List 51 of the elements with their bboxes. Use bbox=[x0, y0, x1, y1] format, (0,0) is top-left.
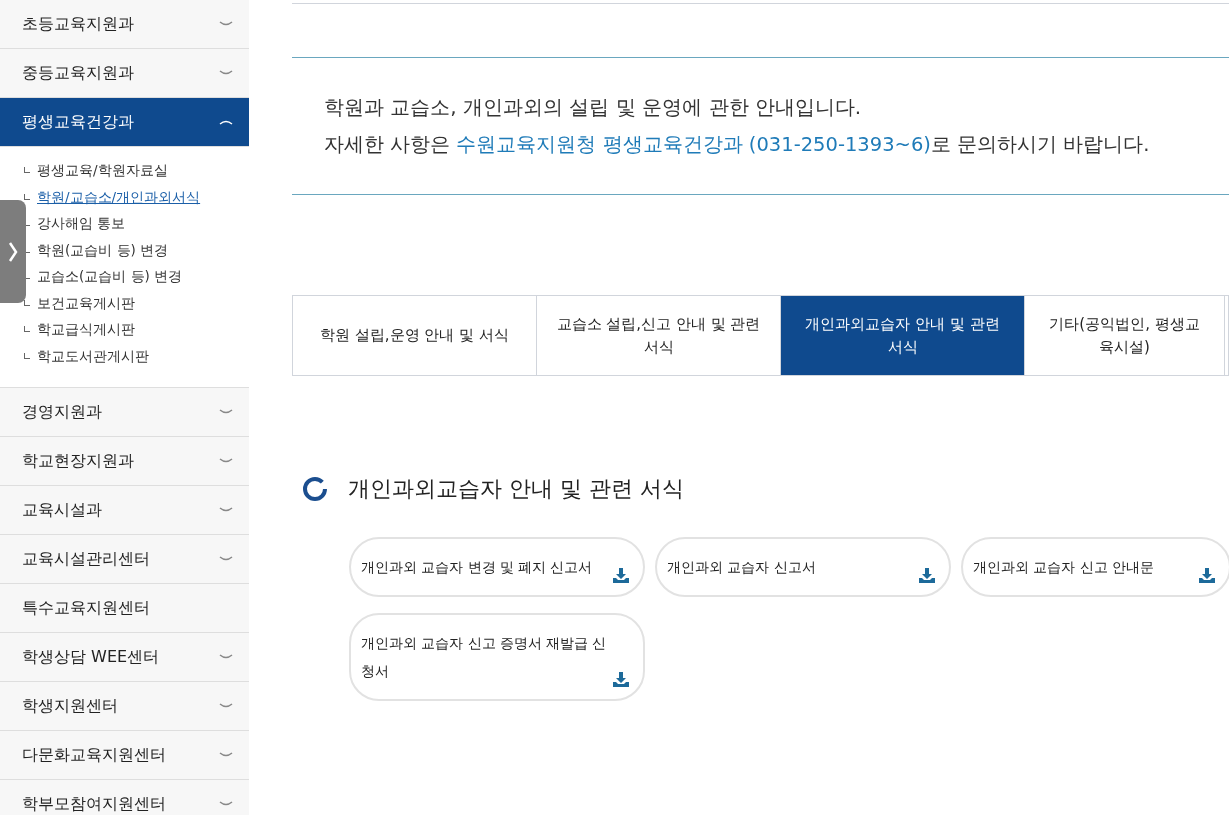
chevron-right-icon bbox=[8, 240, 18, 263]
ring-icon bbox=[302, 475, 328, 502]
notice-text: 자세한 사항은 수원교육지원청 평생교육건강과 (031-250-1393~6)로 문의하시기 바랍니다. bbox=[324, 132, 1151, 158]
sidebar-item[interactable]: 특수교육지원센터 bbox=[0, 584, 249, 633]
chevron-down-icon bbox=[219, 801, 233, 807]
corner-icon bbox=[24, 326, 30, 333]
submenu-link[interactable]: 학교도서관게시판 bbox=[37, 345, 149, 366]
download-button[interactable]: 개인과외 교습자 신고 증명서 재발급 신청서 bbox=[349, 613, 645, 701]
chevron-up-icon bbox=[219, 119, 233, 125]
download-button[interactable]: 개인과외 교습자 신고서 bbox=[655, 537, 951, 597]
sidebar-item[interactable]: 학교현장지원과 bbox=[0, 437, 249, 486]
sidebar-item[interactable]: 교육시설관리센터 bbox=[0, 535, 249, 584]
sidebar-item[interactable]: 교육시설과 bbox=[0, 486, 249, 535]
download-button[interactable]: 개인과외 교습자 신고 안내문 bbox=[961, 537, 1229, 597]
chevron-down-icon bbox=[219, 458, 233, 464]
sidebar-item[interactable]: 경영지원과 bbox=[0, 388, 249, 437]
submenu-link[interactable]: 학원/교습소/개인과외서식 bbox=[37, 186, 201, 207]
chevron-down-icon bbox=[219, 654, 233, 660]
chevron-down-icon bbox=[219, 70, 233, 76]
download-icon bbox=[919, 568, 935, 583]
submenu-link[interactable]: 교습소(교습비 등) 변경 bbox=[37, 266, 183, 287]
chevron-down-icon bbox=[219, 703, 233, 709]
submenu-link[interactable]: 강사해임 통보 bbox=[37, 213, 126, 234]
sidebar-item[interactable]: 학부모참여지원센터 bbox=[0, 780, 249, 815]
chevron-down-icon bbox=[219, 556, 233, 562]
tab[interactable]: 개인과외교습자 안내 및 관련 서식 bbox=[781, 296, 1025, 375]
chevron-down-icon bbox=[219, 752, 233, 758]
notice-text: 학원과 교습소, 개인과외의 설립 및 운영에 관한 안내입니다. bbox=[324, 94, 863, 121]
corner-icon bbox=[24, 352, 30, 359]
sidebar-item[interactable]: 학생상담 WEE센터 bbox=[0, 633, 249, 682]
sidebar-item[interactable]: 평생교육건강과 bbox=[0, 98, 249, 147]
download-icon bbox=[613, 672, 629, 687]
download-button[interactable]: 개인과외 교습자 변경 및 폐지 신고서 bbox=[349, 537, 645, 597]
download-icon bbox=[1199, 568, 1215, 583]
corner-icon bbox=[24, 193, 30, 200]
sidebar-item[interactable]: 초등교육지원과 bbox=[0, 0, 249, 49]
section-title: 개인과외교습자 안내 및 관련 서식 bbox=[348, 475, 684, 503]
sidebar-item[interactable]: 중등교육지원과 bbox=[0, 49, 249, 98]
corner-icon bbox=[24, 167, 30, 174]
sidebar-item[interactable]: 다문화교육지원센터 bbox=[0, 731, 249, 780]
submenu-link[interactable]: 학원(교습비 등) 변경 bbox=[37, 239, 169, 260]
submenu-link[interactable]: 보건교육게시판 bbox=[37, 292, 135, 313]
side-toggle-button[interactable] bbox=[0, 200, 26, 303]
contact-link[interactable]: 수원교육지원청 평생교육건강과 (031-250-1393~6) bbox=[456, 133, 931, 156]
download-icon bbox=[613, 568, 629, 583]
chevron-down-icon bbox=[219, 21, 233, 27]
submenu-link[interactable]: 평생교육/학원자료실 bbox=[37, 160, 168, 181]
sidebar-item[interactable]: 학생지원센터 bbox=[0, 682, 249, 731]
submenu-link[interactable]: 학교급식게시판 bbox=[37, 319, 135, 340]
chevron-down-icon bbox=[219, 507, 233, 513]
chevron-down-icon bbox=[219, 409, 233, 415]
